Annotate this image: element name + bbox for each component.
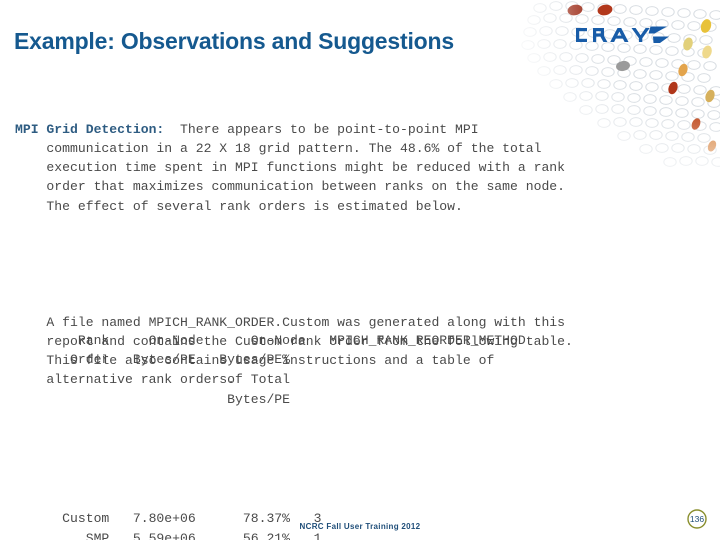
page-title: Example: Observations and Suggestions (14, 28, 454, 54)
page-number-label: 136 (690, 514, 704, 524)
cray-logo-svg (576, 26, 669, 43)
rank-order-table: Rank On-Node On-Node MPICH_RANK_REORDER_… (15, 291, 526, 540)
report-paragraph-1-line-1: There appears to be point-to-point MPI (164, 121, 479, 137)
table-header-line-1: Rank On-Node On-Node MPICH_RANK_REORDER_… (15, 332, 526, 348)
table-header-line-3: of Total (15, 372, 291, 388)
footer-text: NCRC Fall User Training 2012 (299, 522, 421, 531)
report-paragraph-1-line-4: order that maximizes communication betwe… (15, 179, 566, 195)
page-number-badge-svg: 136 (687, 509, 707, 529)
table-header: Rank On-Node On-Node MPICH_RANK_REORDER_… (15, 331, 526, 410)
report-keyword: MPI Grid Detection: (15, 121, 165, 137)
report-paragraph-1: MPI Grid Detection: There appears to be … (15, 120, 705, 216)
slide: Example: Observations and Suggestions MP… (0, 0, 720, 540)
report-paragraph-1-line-2: communication in a 22 X 18 grid pattern.… (15, 140, 542, 156)
report-paragraph-1-line-3: execution time spent in MPI functions mi… (15, 160, 566, 176)
table-row: SMP 5.59e+06 56.21% 1 (15, 530, 322, 540)
table-header-line-4: Bytes/PE (15, 391, 291, 407)
report-paragraph-1-line-5: The effect of several rank orders is est… (15, 198, 463, 214)
cray-logo (574, 18, 702, 52)
page-number-badge: 136 (686, 508, 708, 530)
table-gap (15, 449, 526, 469)
table-header-line-2: Order Bytes/PE Bytes/PE% (15, 352, 291, 368)
